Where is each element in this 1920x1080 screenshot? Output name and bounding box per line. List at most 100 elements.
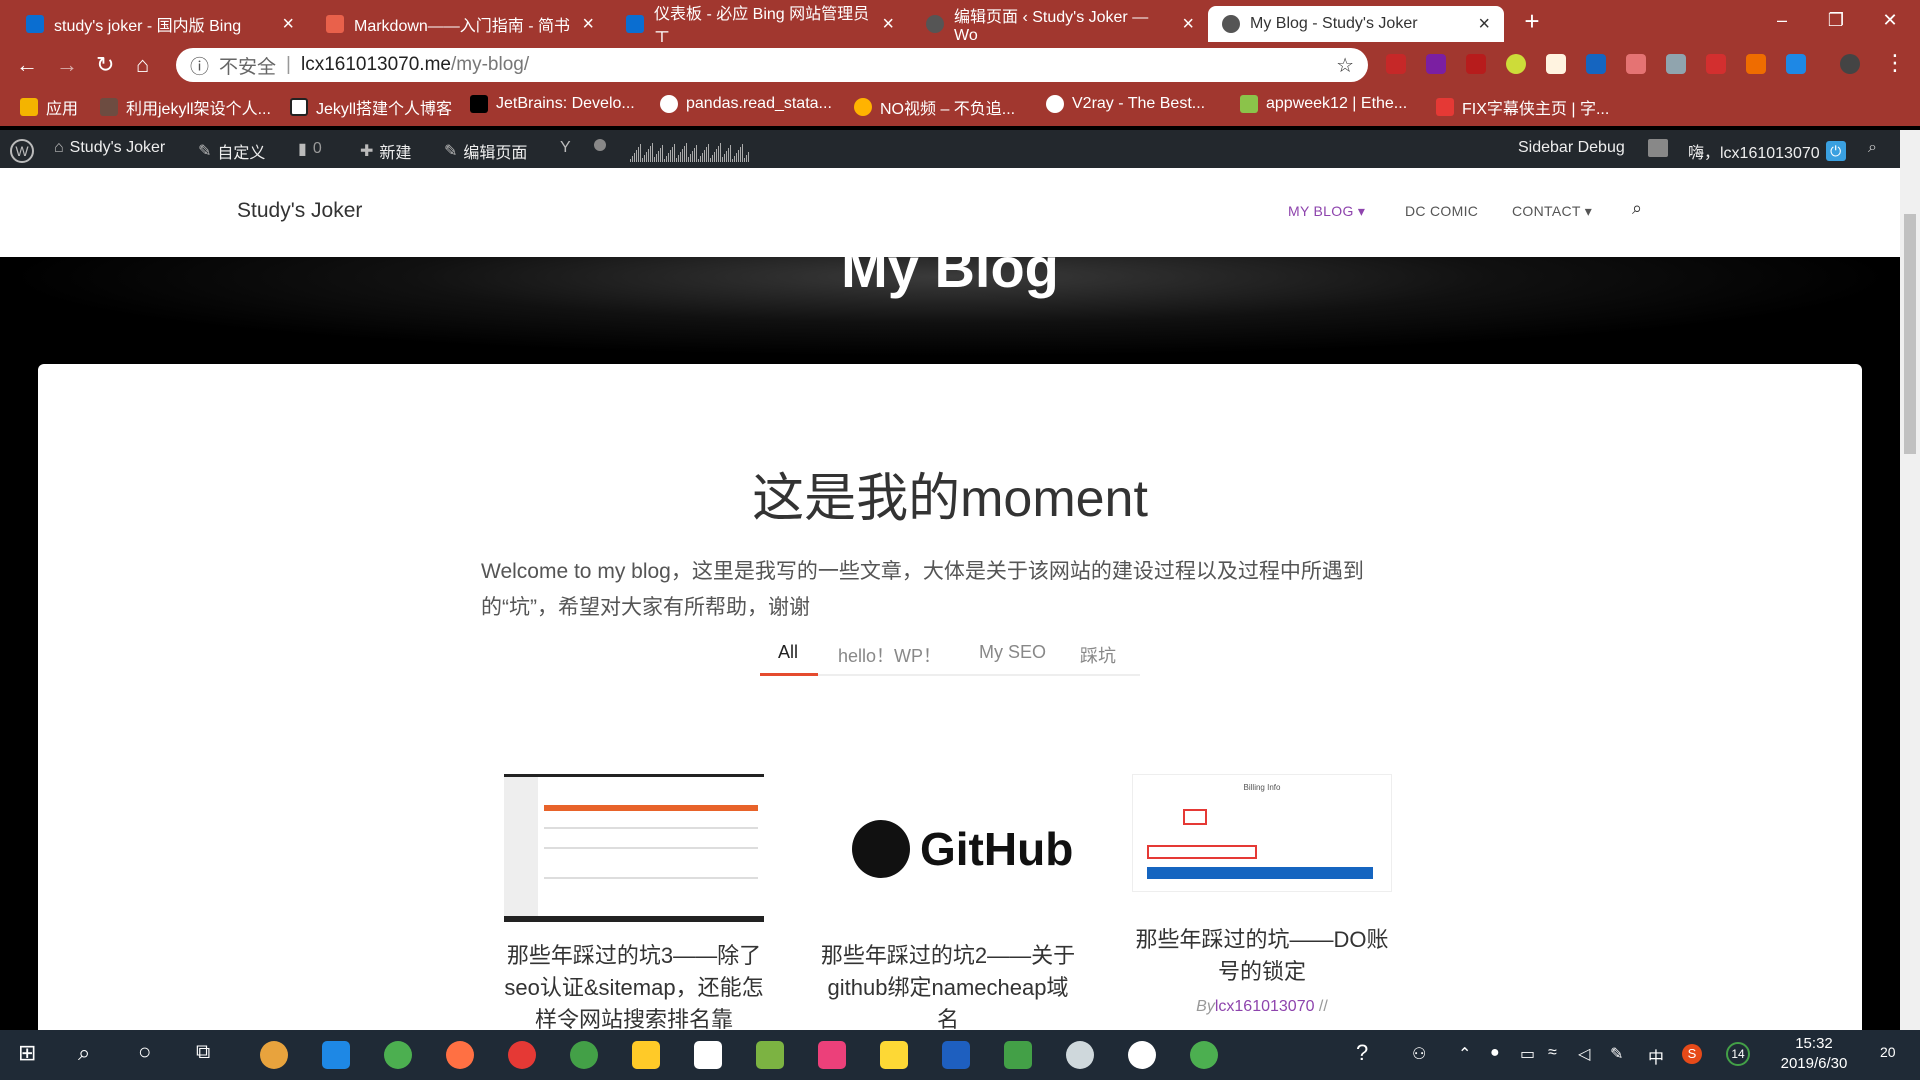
bookmark-star-icon[interactable]: ☆ (1336, 53, 1354, 78)
extension-icon[interactable] (1506, 54, 1526, 74)
bookmark-item[interactable]: V2ray - The Best... (1046, 95, 1205, 113)
extension-icon[interactable] (1706, 54, 1726, 74)
filter-tab-my-seo[interactable]: My SEO (979, 642, 1046, 663)
extension-icon[interactable] (1746, 54, 1766, 74)
bookmark-item[interactable]: 应用 (20, 95, 78, 119)
menu-my-blog[interactable]: MY BLOG ▾ (1288, 203, 1365, 220)
edge-icon[interactable] (322, 1041, 350, 1069)
wp-new[interactable]: ✚ 新建 (360, 139, 411, 163)
post-card[interactable]: GitHub 那些年踩过的坑2——关于github绑定namecheap域名 B… (818, 774, 1078, 1064)
battery-icon[interactable]: ▭ (1520, 1044, 1535, 1064)
bookmark-item[interactable]: Jekyll搭建个人博客 (290, 95, 452, 119)
sogou-icon[interactable]: S (1682, 1044, 1702, 1064)
word-icon[interactable] (942, 1041, 970, 1069)
yoast-icon[interactable]: Y (560, 139, 571, 157)
filter-tab-hello-wp[interactable]: hello！WP！ (838, 642, 941, 668)
browser-tab-active[interactable]: My Blog - Study's Joker × (1208, 6, 1504, 42)
pdf-extension-icon[interactable] (1466, 54, 1486, 74)
opera-icon[interactable] (508, 1041, 536, 1069)
post-card[interactable]: Billing Info 那些年踩过的坑——DO账号的锁定 Bylcx16101… (1132, 774, 1392, 1016)
wordpress-logo-icon[interactable]: W (10, 139, 34, 163)
scrollbar-thumb[interactable] (1904, 214, 1916, 454)
android-studio-icon[interactable] (756, 1041, 784, 1069)
clock[interactable]: 15:32 2019/6/30 (1764, 1034, 1864, 1074)
firefox-icon[interactable] (446, 1041, 474, 1069)
filter-tab-pitfalls[interactable]: 踩坑 (1080, 642, 1116, 668)
close-tab-icon[interactable]: × (1182, 14, 1194, 34)
wp-comments[interactable]: ▮ 0 (298, 139, 322, 159)
chevron-up-icon[interactable]: ⌃ (1458, 1044, 1471, 1064)
post-title[interactable]: 那些年踩过的坑——DO账号的锁定 (1132, 924, 1392, 988)
windows-start-icon[interactable]: ⊞ (18, 1040, 36, 1066)
search-icon[interactable]: ⌕ (1632, 198, 1642, 219)
wp-customize[interactable]: ✎ 自定义 (198, 139, 265, 163)
post-title[interactable]: 那些年踩过的坑2——关于github绑定namecheap域名 (818, 940, 1078, 1036)
reload-icon[interactable]: ↻ (96, 52, 114, 78)
app-icon[interactable] (818, 1041, 846, 1069)
input-language[interactable]: 中 (1648, 1044, 1664, 1068)
extension-icon[interactable] (1666, 54, 1686, 74)
browser-tab[interactable]: Markdown——入门指南 - 简书 × (312, 6, 608, 42)
back-icon[interactable]: ← (16, 52, 38, 78)
extension-icon[interactable] (1426, 54, 1446, 74)
profile-avatar[interactable] (1840, 54, 1860, 74)
search-icon[interactable]: ⌕ (1868, 139, 1877, 157)
store-icon[interactable] (694, 1041, 722, 1069)
menu-dc-comic[interactable]: DC COMIC (1405, 203, 1478, 219)
address-bar[interactable]: ⓘ 不安全 | lcx161013070.me /my-blog/ ☆ (176, 48, 1368, 82)
hbuilder-icon[interactable] (1004, 1041, 1032, 1069)
menu-dots-icon[interactable]: ⋮ (1884, 50, 1906, 76)
volume-icon[interactable]: ◁ (1578, 1044, 1590, 1064)
author-link[interactable]: lcx161013070 (1215, 998, 1315, 1015)
minimize-button[interactable]: – (1752, 0, 1812, 40)
info-icon[interactable]: ⓘ (190, 52, 209, 79)
extension-icon[interactable] (1626, 54, 1646, 74)
restore-button[interactable]: ❐ (1806, 0, 1866, 40)
close-tab-icon[interactable]: × (582, 14, 594, 34)
close-tab-icon[interactable]: × (282, 14, 294, 34)
app-icon[interactable] (1066, 1041, 1094, 1069)
app-icon[interactable] (570, 1041, 598, 1069)
wechat-icon[interactable] (1190, 1041, 1218, 1069)
post-thumbnail[interactable]: GitHub (818, 774, 1078, 922)
post-thumbnail[interactable] (504, 774, 764, 922)
wp-site-menu[interactable]: ⌂ Study's Joker (54, 139, 165, 157)
app-icon[interactable] (260, 1041, 288, 1069)
github-desktop-icon[interactable] (1128, 1041, 1156, 1069)
post-thumbnail[interactable]: Billing Info (1132, 774, 1392, 892)
tray-badge[interactable]: 14 (1726, 1042, 1750, 1066)
browser-tab[interactable]: study's joker - 国内版 Bing × (12, 6, 308, 42)
filter-tab-all[interactable]: All (778, 642, 798, 663)
bookmark-item[interactable]: pandas.read_stata... (660, 95, 832, 113)
home-icon[interactable]: ⌂ (136, 52, 149, 78)
extension-icon[interactable] (1786, 54, 1806, 74)
help-icon[interactable]: ? (1356, 1040, 1368, 1066)
bookmark-item[interactable]: NO视频 – 不负追... (854, 95, 1015, 119)
close-tab-icon[interactable]: × (1478, 14, 1490, 34)
activity-graph-icon[interactable] (630, 140, 750, 162)
file-explorer-icon[interactable] (632, 1041, 660, 1069)
search-icon[interactable]: ⌕ (78, 1040, 90, 1066)
new-tab-button[interactable]: + (1502, 1, 1562, 41)
wp-account[interactable]: 嗨，lcx161013070 ⏻ (1688, 139, 1846, 163)
post-title[interactable]: 那些年踩过的坑3——除了seo认证&sitemap，还能怎样令网站搜索排名靠 (504, 940, 764, 1036)
extension-icon[interactable] (1386, 54, 1406, 74)
app-icon[interactable] (880, 1041, 908, 1069)
close-window-button[interactable]: ✕ (1860, 0, 1920, 40)
hp-extension-icon[interactable] (1586, 54, 1606, 74)
bookmark-item[interactable]: FIX字幕侠主页 | 字... (1436, 95, 1609, 119)
forward-icon[interactable]: → (56, 52, 78, 78)
wp-edit-page[interactable]: ✎ 编辑页面 (444, 139, 527, 163)
page-scrollbar[interactable] (1900, 130, 1920, 1030)
task-view-icon[interactable]: ⧉ (196, 1041, 210, 1064)
notifications-icon[interactable]: 20 (1880, 1044, 1896, 1060)
bookmark-item[interactable]: appweek12 | Ethe... (1240, 95, 1407, 113)
cortana-icon[interactable]: ○ (138, 1039, 151, 1065)
site-brand[interactable]: Study's Joker (237, 199, 362, 223)
people-icon[interactable]: ⚇ (1412, 1044, 1426, 1064)
bookmark-item[interactable]: 利用jekyll架设个人... (100, 95, 271, 119)
wifi-icon[interactable]: ≈ (1548, 1044, 1557, 1062)
menu-contact[interactable]: CONTACT ▾ (1512, 203, 1592, 220)
extension-icon[interactable] (1546, 54, 1566, 74)
browser-tab[interactable]: 仪表板 - 必应 Bing 网站管理员工 × (612, 6, 908, 47)
